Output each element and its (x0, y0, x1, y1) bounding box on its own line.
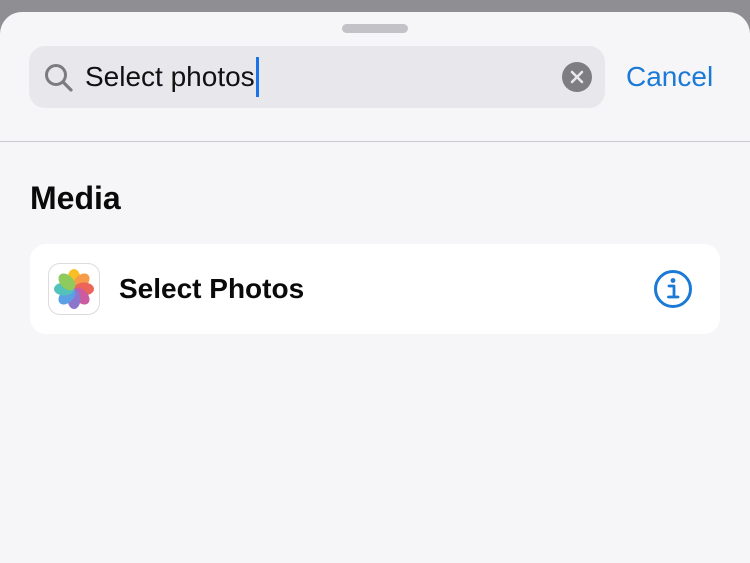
section-title-media: Media (30, 180, 121, 216)
search-bar: Select photos Cancel (0, 12, 750, 140)
header-divider (0, 141, 750, 142)
search-field[interactable]: Select photos (29, 46, 605, 108)
shortcut-action-search-sheet: Select photos Cancel Media Select Photos (0, 12, 750, 563)
search-icon (45, 64, 73, 92)
info-icon[interactable] (653, 269, 693, 309)
action-label: Select Photos (119, 273, 305, 304)
action-row-select-photos[interactable]: Select Photos (30, 244, 720, 334)
clear-text-icon[interactable] (562, 62, 592, 92)
photos-flower-icon (54, 269, 94, 309)
text-cursor (255, 57, 259, 97)
search-input-value: Select photos (85, 61, 255, 92)
cancel-button[interactable]: Cancel (626, 46, 713, 108)
search-input[interactable]: Select photos (85, 46, 259, 108)
photos-app-icon (48, 263, 100, 315)
